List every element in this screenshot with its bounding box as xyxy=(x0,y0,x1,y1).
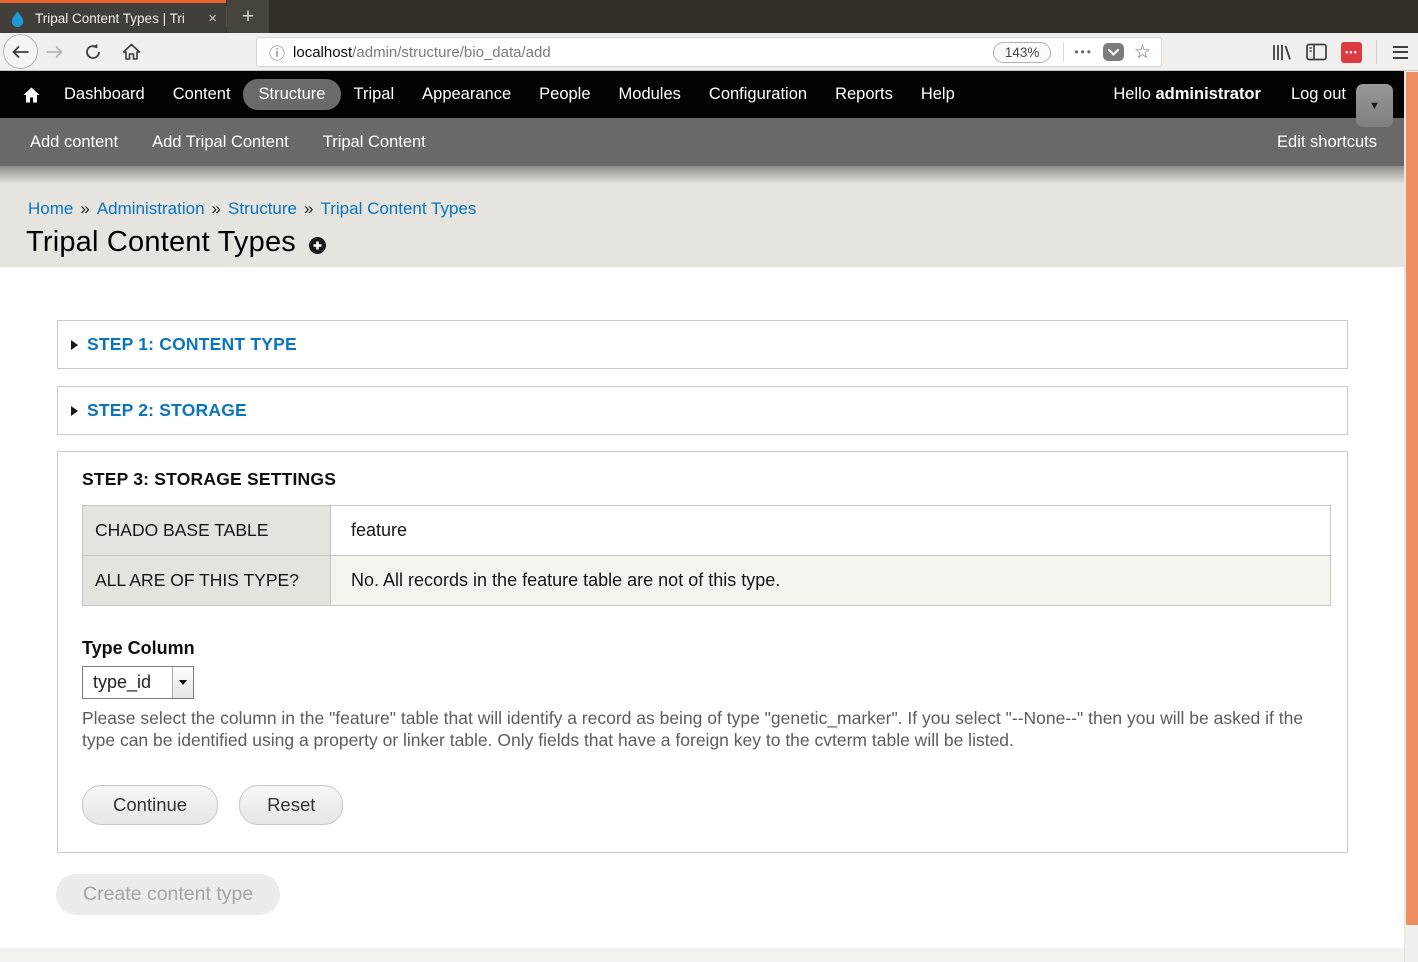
add-shortcut-icon[interactable] xyxy=(309,237,326,254)
admin-home-link[interactable] xyxy=(23,87,40,103)
admin-item-reports[interactable]: Reports xyxy=(835,85,893,104)
admin-item-content[interactable]: Content xyxy=(173,85,231,104)
zoom-level-badge[interactable]: 143% xyxy=(993,42,1052,63)
tab-close-icon[interactable]: × xyxy=(208,11,217,26)
pocket-icon[interactable] xyxy=(1103,43,1124,61)
breadcrumb-home[interactable]: Home xyxy=(28,199,73,218)
admin-item-modules[interactable]: Modules xyxy=(619,85,681,104)
page-title-row: Tripal Content Types xyxy=(26,226,326,259)
step1-title: STEP 1: CONTENT TYPE xyxy=(87,334,297,355)
toolbar-right-cluster: ••• xyxy=(1270,33,1410,71)
toolbar-separator xyxy=(1376,40,1377,64)
admin-item-configuration[interactable]: Configuration xyxy=(709,85,807,104)
shortcut-add-tripal-content[interactable]: Add Tripal Content xyxy=(152,133,289,152)
breadcrumb-separator: » xyxy=(73,199,96,218)
all-of-type-label: ALL ARE OF THIS TYPE? xyxy=(83,556,331,606)
toolbar-orientation-toggle[interactable]: ▼ xyxy=(1356,84,1393,127)
active-tab[interactable]: Tripal Content Types | Tri × xyxy=(0,0,226,33)
reload-icon xyxy=(84,43,102,61)
back-arrow-icon xyxy=(11,45,30,59)
page-actions-icon[interactable]: ••• xyxy=(1074,45,1093,59)
greeting-prefix: Hello xyxy=(1113,85,1155,103)
logout-link[interactable]: Log out xyxy=(1291,85,1346,104)
create-content-type-button[interactable]: Create content type xyxy=(56,874,280,915)
tab-bar: Tripal Content Types | Tri × + xyxy=(0,0,1418,33)
shortcut-tripal-content[interactable]: Tripal Content xyxy=(323,133,426,152)
sidebar-icon[interactable] xyxy=(1306,43,1327,61)
drupal-admin-toolbar: Dashboard Content Structure Tripal Appea… xyxy=(0,71,1418,118)
type-column-description: Please select the column in the "feature… xyxy=(82,708,1334,751)
site-info-icon[interactable]: ⓘ xyxy=(269,40,285,64)
user-greeting: Hello administrator xyxy=(1113,85,1261,104)
breadcrumb-administration[interactable]: Administration xyxy=(97,199,205,218)
urlbar-divider xyxy=(1063,42,1064,62)
admin-item-help[interactable]: Help xyxy=(921,85,955,104)
admin-item-appearance[interactable]: Appearance xyxy=(422,85,511,104)
drupal-favicon-icon xyxy=(9,10,26,27)
admin-menu: Dashboard Content Structure Tripal Appea… xyxy=(64,79,955,110)
admin-user-area: Hello administrator Log out xyxy=(1113,85,1346,104)
type-column-label: Type Column xyxy=(82,638,1323,659)
chado-base-table-label: CHADO BASE TABLE xyxy=(83,506,331,556)
step3-fieldset: STEP 3: STORAGE SETTINGS CHADO BASE TABL… xyxy=(57,451,1348,853)
breadcrumb: Home»Administration»Structure»Tripal Con… xyxy=(28,199,476,219)
forward-arrow-icon xyxy=(46,45,64,59)
continue-button[interactable]: Continue xyxy=(82,785,218,825)
new-tab-button[interactable]: + xyxy=(227,0,269,33)
breadcrumb-separator: » xyxy=(297,199,320,218)
back-button[interactable] xyxy=(3,34,38,69)
all-of-type-value: No. All records in the feature table are… xyxy=(331,556,1331,606)
browser-toolbar: ⓘ localhost /admin/structure/bio_data/ad… xyxy=(0,33,1418,71)
step2-fieldset-toggle[interactable]: STEP 2: STORAGE xyxy=(57,386,1348,435)
breadcrumb-tripal-content-types[interactable]: Tripal Content Types xyxy=(320,199,476,218)
page-header: Home»Administration»Structure»Tripal Con… xyxy=(0,166,1418,267)
reload-button[interactable] xyxy=(78,37,108,67)
page-title: Tripal Content Types xyxy=(26,226,296,259)
collapsed-arrow-icon xyxy=(71,406,78,416)
form-actions: Continue Reset xyxy=(82,785,1323,825)
admin-home-icon xyxy=(23,87,40,103)
library-icon[interactable] xyxy=(1270,43,1292,62)
main-content: STEP 1: CONTENT TYPE STEP 2: STORAGE STE… xyxy=(0,267,1418,962)
admin-item-tripal[interactable]: Tripal xyxy=(353,85,394,104)
admin-item-structure[interactable]: Structure xyxy=(243,79,342,110)
extension-icon[interactable]: ••• xyxy=(1341,42,1362,63)
scrollbar-thumb[interactable] xyxy=(1406,72,1418,925)
breadcrumb-separator: » xyxy=(205,199,228,218)
url-host: localhost xyxy=(293,44,352,61)
home-button[interactable] xyxy=(116,37,146,67)
shortcut-add-content[interactable]: Add content xyxy=(30,133,118,152)
forward-button[interactable] xyxy=(40,37,70,67)
storage-settings-table: CHADO BASE TABLE feature ALL ARE OF THIS… xyxy=(82,505,1331,606)
admin-item-people[interactable]: People xyxy=(539,85,590,104)
reset-button[interactable]: Reset xyxy=(239,785,343,825)
step2-title: STEP 2: STORAGE xyxy=(87,400,247,421)
type-column-selected-value: type_id xyxy=(83,667,172,698)
select-dropdown-icon xyxy=(172,667,193,698)
shortcut-links: Add content Add Tripal Content Tripal Co… xyxy=(30,133,426,152)
home-icon xyxy=(122,43,141,60)
type-column-select[interactable]: type_id xyxy=(82,666,194,699)
shortcut-bar: Add content Add Tripal Content Tripal Co… xyxy=(0,118,1418,166)
step1-fieldset-toggle[interactable]: STEP 1: CONTENT TYPE xyxy=(57,320,1348,369)
chado-base-table-value: feature xyxy=(331,506,1331,556)
page-scrollbar[interactable] xyxy=(1404,71,1418,962)
url-path: /admin/structure/bio_data/add xyxy=(352,44,550,61)
username: administrator xyxy=(1156,85,1261,103)
edit-shortcuts-link[interactable]: Edit shortcuts xyxy=(1277,133,1377,152)
breadcrumb-structure[interactable]: Structure xyxy=(228,199,297,218)
table-row: CHADO BASE TABLE feature xyxy=(83,506,1331,556)
tab-title: Tripal Content Types | Tri xyxy=(35,10,204,27)
admin-item-dashboard[interactable]: Dashboard xyxy=(64,85,145,104)
browser-window: Tripal Content Types | Tri × + xyxy=(0,0,1418,962)
step3-title: STEP 3: STORAGE SETTINGS xyxy=(82,469,1323,490)
footer-strip xyxy=(0,948,1418,962)
bookmark-star-icon[interactable]: ☆ xyxy=(1134,43,1151,62)
url-bar[interactable]: ⓘ localhost /admin/structure/bio_data/ad… xyxy=(256,37,1162,67)
table-row: ALL ARE OF THIS TYPE? No. All records in… xyxy=(83,556,1331,606)
collapsed-arrow-icon xyxy=(71,340,78,350)
menu-hamburger-icon[interactable] xyxy=(1391,44,1410,61)
